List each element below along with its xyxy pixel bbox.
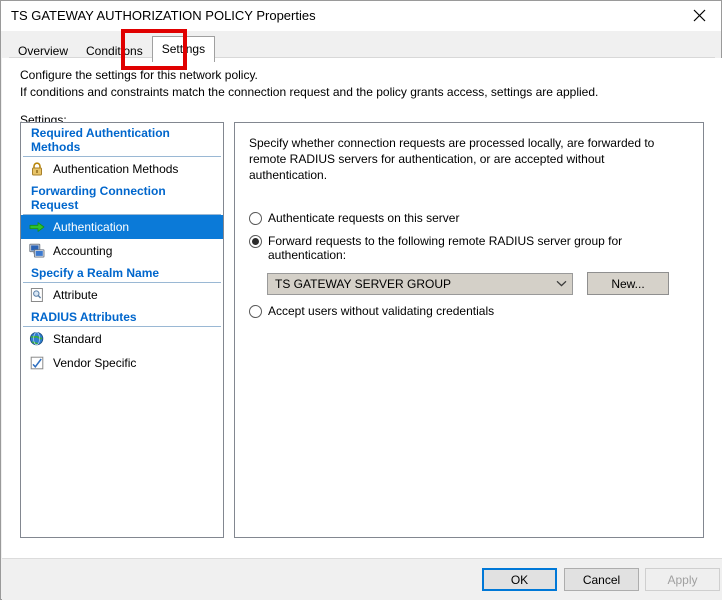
dialog-content: Configure the settings for this network … [2,58,722,558]
server-group-combobox[interactable]: TS GATEWAY SERVER GROUP [267,272,573,295]
green-arrow-icon [29,222,45,232]
radio-indicator [249,212,262,225]
settings-tree[interactable]: Required Authentication Methods Authenti… [20,122,224,538]
radio-indicator [249,305,262,318]
tree-item-label: Standard [53,332,102,346]
new-server-group-button[interactable]: New... [587,272,669,295]
cancel-button[interactable]: Cancel [564,568,639,591]
tree-item-label: Authentication Methods [53,162,179,176]
tree-group-specify-a-realm-name: Specify a Realm Name [23,263,221,283]
radio-label: Authenticate requests on this server [268,211,460,225]
description-line-1: Configure the settings for this network … [20,68,258,82]
tree-item-attribute[interactable]: Attribute [21,283,223,307]
tree-item-label: Attribute [53,288,98,302]
title-bar: TS GATEWAY AUTHORIZATION POLICY Properti… [1,1,721,31]
description-line-2: If conditions and constraints match the … [20,85,599,99]
computer-icon [29,243,45,258]
radio-accept-without-validating[interactable]: Accept users without validating credenti… [249,304,689,318]
chevron-down-icon [550,280,572,287]
tab-settings[interactable]: Settings [151,36,216,62]
apply-button: Apply [645,568,720,591]
server-group-row: TS GATEWAY SERVER GROUP New... [267,272,689,295]
server-group-value: TS GATEWAY SERVER GROUP [275,276,452,291]
dialog-footer: OK Cancel Apply [2,558,722,600]
tree-item-authentication[interactable]: Authentication [21,215,223,239]
radio-label: Accept users without validating credenti… [268,304,495,318]
properties-dialog: TS GATEWAY AUTHORIZATION POLICY Properti… [0,0,722,600]
tree-group-radius-attributes: RADIUS Attributes [23,307,221,327]
detail-intro-text: Specify whether connection requests are … [249,136,655,182]
radio-indicator [249,235,262,248]
radio-label: Forward requests to the following remote… [268,234,623,262]
window-title: TS GATEWAY AUTHORIZATION POLICY Properti… [11,8,316,23]
tree-item-label: Vendor Specific [53,356,137,370]
footer-separator [2,558,722,559]
tree-item-accounting[interactable]: Accounting [21,239,223,263]
radio-forward-to-remote-radius-group[interactable]: Forward requests to the following remote… [249,234,689,262]
globe-icon [29,331,44,346]
tree-item-standard[interactable]: Standard [21,327,223,351]
close-icon [693,9,705,22]
tree-item-label: Authentication [53,220,130,234]
close-button[interactable] [677,1,721,30]
padlock-icon [32,162,42,176]
document-search-icon [30,288,43,302]
tree-item-vendor-specific[interactable]: Vendor Specific [21,351,223,375]
tree-item-label: Accounting [53,244,113,258]
checkbox-pencil-icon [30,356,44,370]
tree-group-forwarding-connection-request: Forwarding Connection Request [23,181,221,215]
ok-button[interactable]: OK [482,568,557,591]
tree-item-authentication-methods[interactable]: Authentication Methods [21,157,223,181]
radio-authenticate-on-this-server[interactable]: Authenticate requests on this server [249,211,689,225]
setting-detail-panel: Specify whether connection requests are … [234,122,704,538]
tree-group-required-authentication-methods: Required Authentication Methods [23,123,221,157]
